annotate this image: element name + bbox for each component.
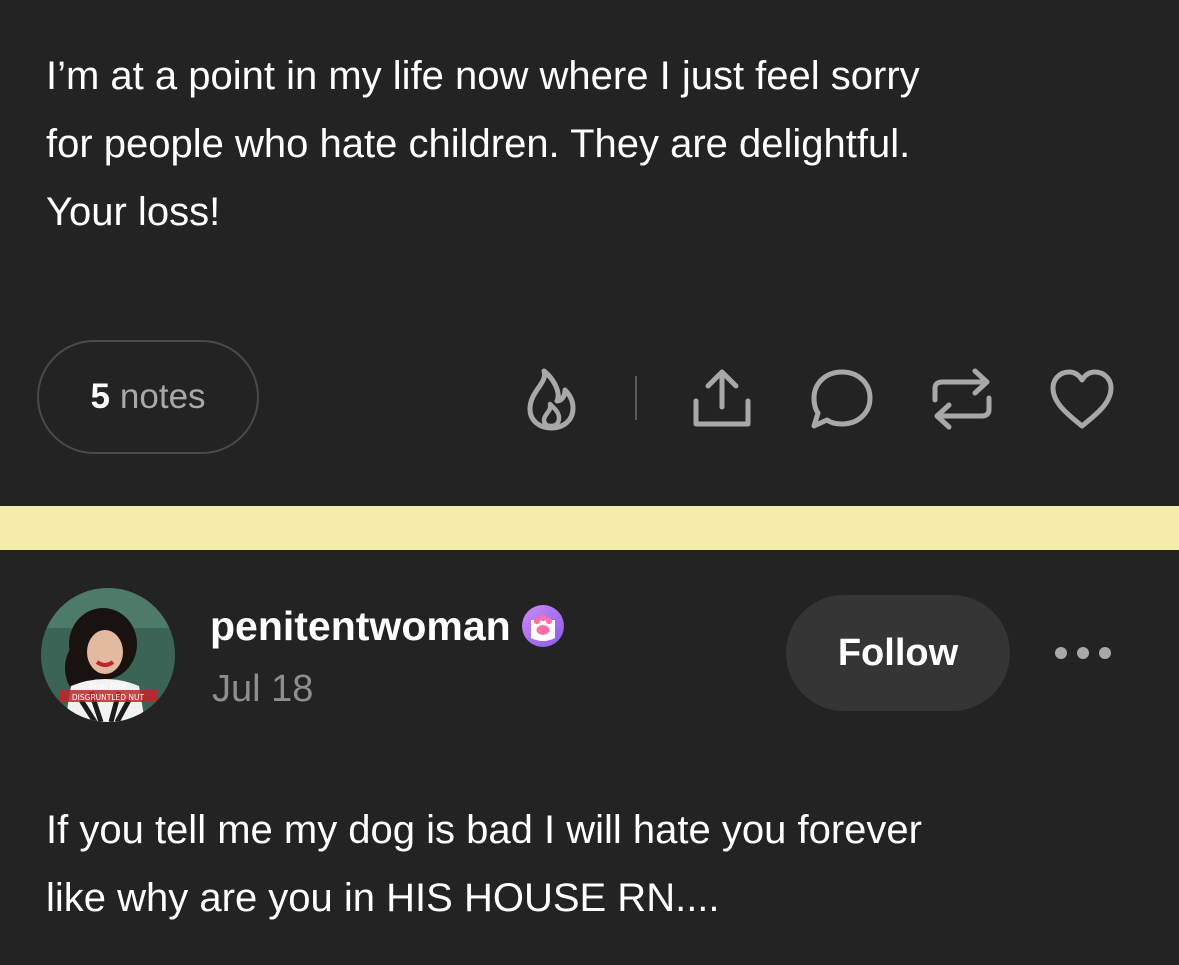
blaze-button[interactable]: [516, 366, 586, 432]
blaze-icon: [527, 368, 576, 431]
reply-button[interactable]: [807, 366, 877, 432]
avatar-image: Fran Fine DISGRUNTLED NUT: [41, 588, 175, 722]
post-text-line: for people who hate children. They are d…: [46, 122, 911, 166]
post-body: If you tell me my dog is bad I will hate…: [46, 796, 1146, 932]
notes-label: notes: [119, 377, 206, 416]
action-divider: [635, 376, 637, 420]
post-text-line: If you tell me my dog is bad I will hate…: [46, 808, 922, 852]
post-text-line: like why are you in HIS HOUSE RN....: [46, 876, 720, 920]
post-body: I’m at a point in my life now where I ju…: [46, 42, 1136, 246]
follow-button[interactable]: Follow: [786, 595, 1010, 711]
post-text-line: I’m at a point in my life now where I ju…: [46, 54, 920, 98]
share-icon: [693, 369, 751, 427]
post-card: Fran Fine DISGRUNTLED NUT penitentwoman …: [0, 550, 1179, 965]
share-button[interactable]: [687, 366, 757, 432]
post-separator: [0, 506, 1179, 550]
like-button[interactable]: [1047, 366, 1117, 432]
reply-icon: [811, 369, 873, 429]
username[interactable]: penitentwoman: [210, 603, 511, 650]
heart-icon: [1050, 369, 1114, 429]
more-options-icon: [1055, 647, 1111, 659]
notes-count: 5: [90, 377, 110, 416]
reblog-icon: [932, 368, 992, 430]
more-options-button[interactable]: [1050, 635, 1116, 671]
avatar-caption-top: Fran Fine: [90, 682, 126, 691]
avatar-caption-bottom: DISGRUNTLED NUT: [72, 693, 145, 702]
post-date: Jul 18: [212, 668, 314, 710]
author-row: penitentwoman: [210, 600, 565, 652]
paw-badge-icon[interactable]: [521, 604, 565, 648]
reblog-button[interactable]: [927, 366, 997, 432]
post-card: I’m at a point in my life now where I ju…: [0, 0, 1179, 506]
post-text-line: Your loss!: [46, 190, 221, 234]
notes-button[interactable]: 5 notes: [37, 340, 259, 454]
avatar[interactable]: Fran Fine DISGRUNTLED NUT: [41, 588, 175, 722]
